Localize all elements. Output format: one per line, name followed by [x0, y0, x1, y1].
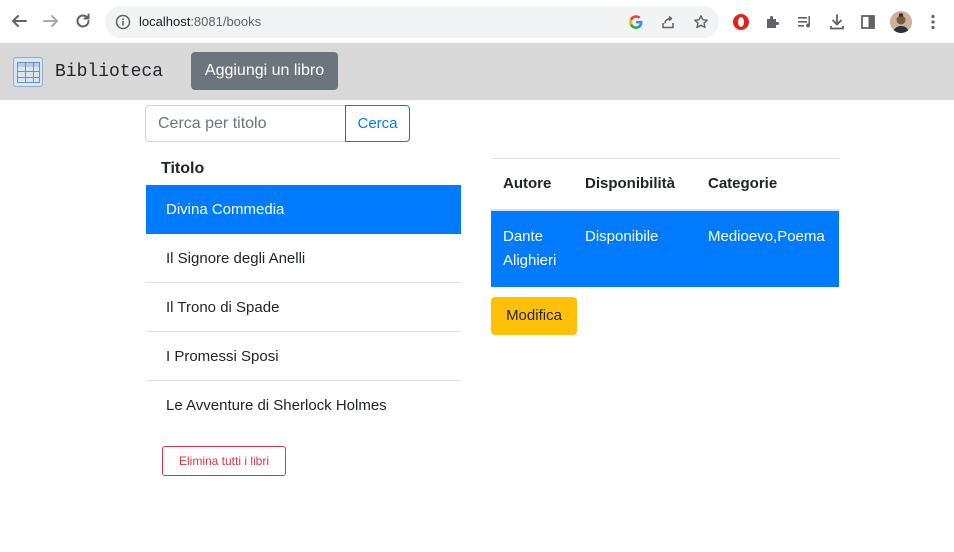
- search-button[interactable]: Cerca: [345, 105, 410, 142]
- browser-toolbar: localhost:8081/books: [0, 0, 954, 43]
- search-input[interactable]: Cerca per titolo: [145, 105, 346, 142]
- avatar[interactable]: [890, 11, 912, 33]
- back-button[interactable]: [6, 8, 32, 34]
- list-item[interactable]: Il Signore degli Anelli: [146, 234, 461, 283]
- delete-all-button[interactable]: Elimina tutti i libri: [162, 446, 286, 476]
- list-item[interactable]: I Promessi Sposi: [146, 332, 461, 381]
- edit-button[interactable]: Modifica: [491, 297, 577, 335]
- brand-title[interactable]: Biblioteca: [55, 62, 163, 82]
- url-path: :8081/books: [190, 14, 262, 29]
- table-header-row: Autore Disponibilità Categorie: [491, 158, 839, 211]
- table-row: Dante Alighieri Disponibile Medioevo,Poe…: [491, 209, 839, 287]
- kebab-menu-icon[interactable]: [923, 12, 943, 32]
- side-panel-icon[interactable]: [858, 12, 878, 32]
- list-heading: Titolo: [161, 160, 205, 177]
- puzzle-icon[interactable]: [763, 12, 783, 32]
- reload-button[interactable]: [70, 8, 96, 34]
- column-header-categorie: Categorie: [696, 158, 839, 211]
- reload-icon: [76, 13, 90, 28]
- add-book-button[interactable]: Aggiungi un libro: [191, 52, 338, 90]
- cell-categories: Medioevo,Poema: [696, 209, 839, 287]
- cell-availability: Disponibile: [573, 209, 696, 287]
- download-icon[interactable]: [827, 12, 847, 32]
- book-list: Divina Commedia Il Signore degli Anelli …: [146, 185, 461, 430]
- list-item[interactable]: Il Trono di Spade: [146, 283, 461, 332]
- star-icon[interactable]: [692, 13, 710, 31]
- playlist-icon[interactable]: [795, 12, 815, 32]
- arrow-left-icon: [12, 15, 27, 27]
- cell-author: Dante Alighieri: [491, 209, 573, 287]
- share-icon[interactable]: [659, 13, 677, 31]
- opera-icon[interactable]: [731, 12, 751, 32]
- arrow-right-icon: [43, 15, 58, 27]
- column-header-disponibilita: Disponibilità: [573, 158, 696, 211]
- url-host: localhost: [139, 14, 191, 29]
- calendar-grid-icon[interactable]: [13, 57, 43, 87]
- google-icon[interactable]: [627, 13, 645, 31]
- list-item[interactable]: Le Avventure di Sherlock Holmes: [146, 381, 461, 430]
- url-text[interactable]: localhost:8081/books: [139, 14, 261, 30]
- forward-button[interactable]: [38, 8, 64, 34]
- list-item[interactable]: Divina Commedia: [146, 185, 461, 234]
- column-header-autore: Autore: [491, 158, 573, 211]
- book-detail-table: Autore Disponibilità Categorie Dante Ali…: [491, 158, 839, 287]
- navbar: Biblioteca Aggiungi un libro: [0, 43, 954, 100]
- address-bar[interactable]: localhost:8081/books: [105, 6, 719, 38]
- info-icon[interactable]: [115, 14, 131, 30]
